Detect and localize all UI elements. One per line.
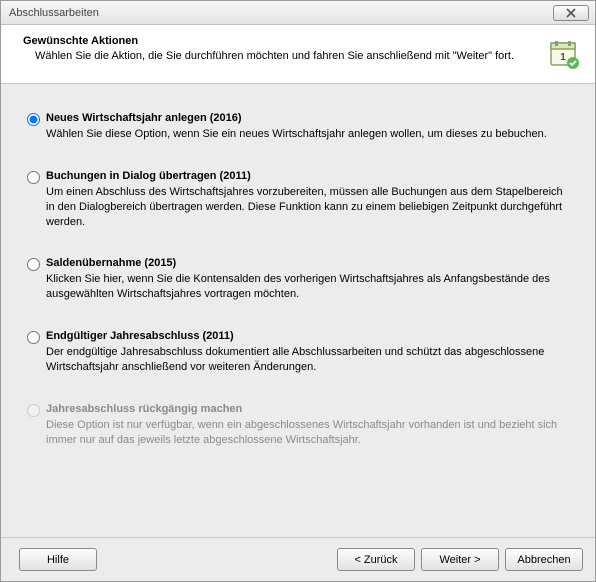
- option-desc: Diese Option ist nur verfügbar, wenn ein…: [46, 418, 569, 448]
- wizard-window: Abschlussarbeiten Gewünschte Aktionen Wä…: [0, 0, 596, 582]
- option-transfer-bookings[interactable]: Buchungen in Dialog übertragen (2011) Um…: [27, 170, 569, 230]
- header-subtitle: Wählen Sie die Aktion, die Sie durchführ…: [23, 50, 541, 62]
- option-title: Buchungen in Dialog übertragen (2011): [46, 170, 569, 182]
- option-balance-carryforward[interactable]: Saldenübernahme (2015) Klicken Sie hier,…: [27, 257, 569, 302]
- radio-undo-year-end: [27, 404, 40, 417]
- help-button[interactable]: Hilfe: [19, 548, 97, 571]
- option-final-year-end[interactable]: Endgültiger Jahresabschluss (2011) Der e…: [27, 330, 569, 375]
- option-title: Neues Wirtschaftsjahr anlegen (2016): [46, 112, 569, 124]
- option-undo-year-end: Jahresabschluss rückgängig machen Diese …: [27, 403, 569, 448]
- titlebar: Abschlussarbeiten: [1, 1, 595, 25]
- radio-transfer-bookings[interactable]: [27, 171, 40, 184]
- close-button[interactable]: [553, 5, 589, 21]
- calendar-icon: 1: [549, 39, 581, 71]
- radio-new-fiscal-year[interactable]: [27, 113, 40, 126]
- options-panel: Neues Wirtschaftsjahr anlegen (2016) Wäh…: [1, 84, 595, 537]
- radio-balance-carryforward[interactable]: [27, 258, 40, 271]
- option-desc: Um einen Abschluss des Wirtschaftsjahres…: [46, 185, 569, 230]
- option-desc: Wählen Sie diese Option, wenn Sie ein ne…: [46, 127, 569, 142]
- option-desc: Klicken Sie hier, wenn Sie die Kontensal…: [46, 272, 569, 302]
- svg-text:1: 1: [560, 52, 566, 63]
- window-title: Abschlussarbeiten: [9, 7, 553, 19]
- header-title: Gewünschte Aktionen: [23, 35, 541, 47]
- option-title: Saldenübernahme (2015): [46, 257, 569, 269]
- next-button[interactable]: Weiter >: [421, 548, 499, 571]
- option-title: Endgültiger Jahresabschluss (2011): [46, 330, 569, 342]
- close-icon: [565, 8, 577, 18]
- back-button[interactable]: < Zurück: [337, 548, 415, 571]
- wizard-header: Gewünschte Aktionen Wählen Sie die Aktio…: [1, 25, 595, 84]
- cancel-button[interactable]: Abbrechen: [505, 548, 583, 571]
- option-new-fiscal-year[interactable]: Neues Wirtschaftsjahr anlegen (2016) Wäh…: [27, 112, 569, 142]
- option-title: Jahresabschluss rückgängig machen: [46, 403, 569, 415]
- option-desc: Der endgültige Jahresabschluss dokumenti…: [46, 345, 569, 375]
- radio-final-year-end[interactable]: [27, 331, 40, 344]
- wizard-footer: Hilfe < Zurück Weiter > Abbrechen: [1, 537, 595, 581]
